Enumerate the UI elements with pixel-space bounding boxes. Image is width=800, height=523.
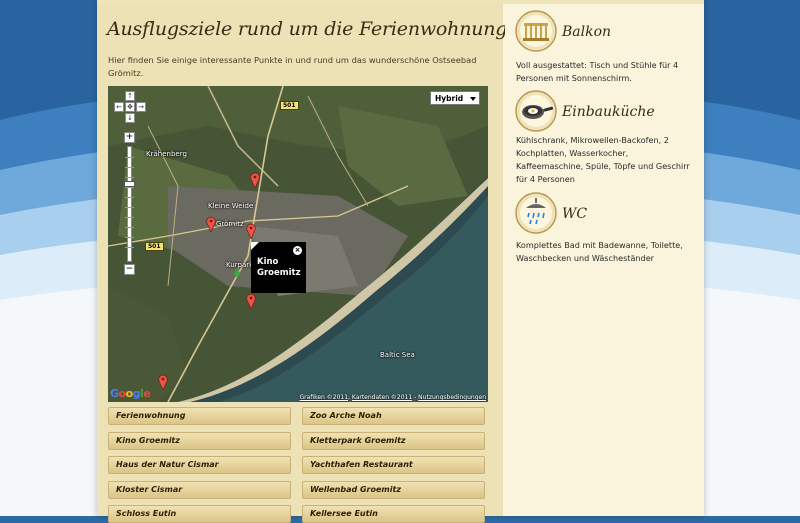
pan-left-icon[interactable]: ← (114, 102, 124, 112)
park-tree-icon (233, 268, 241, 278)
infobox-pointer (251, 242, 259, 250)
page-container: Ausflugsziele rund um die Ferienwohnung … (97, 0, 704, 523)
map-label-kleine-weide: Kleine Weide (208, 202, 254, 210)
feature-title: Balkon (562, 24, 612, 40)
map-infobox: × Kino Groemitz (251, 242, 306, 293)
poi-button[interactable]: Kellersee Eutin (302, 505, 485, 523)
feature-text: Voll ausgestattet: Tisch und Stühle für … (516, 60, 679, 83)
map-type-dropdown[interactable]: Hybrid (430, 91, 480, 105)
pan-center-icon[interactable]: ✥ (125, 102, 135, 112)
poi-button[interactable]: Ferienwohnung (108, 407, 291, 425)
main-content: Ausflugsziele rund um die Ferienwohnung … (97, 4, 613, 523)
feature-title: WC (562, 206, 588, 222)
close-icon[interactable]: × (293, 246, 302, 255)
attribution-terms-link[interactable]: Nutzungsbedingungen (418, 394, 486, 401)
poi-button[interactable]: Schloss Eutin (108, 505, 291, 523)
attribution-grafiken-link[interactable]: Grafiken ©2011 (300, 394, 349, 401)
pan-up-icon[interactable]: ↑ (125, 91, 135, 101)
map-label-baltic-sea: Baltic Sea (380, 351, 415, 359)
map-marker-icon[interactable] (246, 223, 256, 239)
map-marker-icon[interactable] (206, 216, 216, 232)
map-type-label: Hybrid (435, 94, 464, 103)
zoom-slider-handle[interactable] (124, 181, 135, 187)
map-marker-icon[interactable] (158, 374, 168, 390)
pan-down-icon[interactable]: ↓ (125, 113, 135, 123)
attribution-kartendaten-link[interactable]: Kartendaten ©2011 (352, 394, 412, 401)
map-label-krahenberg: Krähenberg (146, 150, 187, 158)
poi-button[interactable]: Zoo Arche Noah (302, 407, 485, 425)
chevron-down-icon (470, 97, 476, 101)
google-logo[interactable]: Google (110, 387, 151, 400)
zoom-out-icon[interactable]: − (124, 264, 135, 275)
feature-title: Einbauküche (562, 104, 655, 120)
balcony-icon (515, 10, 557, 52)
map-marker-icon[interactable] (246, 293, 256, 309)
poi-button[interactable]: Wellenbad Groemitz (302, 480, 485, 499)
shower-icon (515, 192, 557, 234)
zoom-slider[interactable] (125, 146, 134, 262)
poi-button[interactable]: Kloster Cismar (108, 480, 291, 499)
poi-button[interactable]: Kino Groemitz (108, 431, 291, 450)
road-shield: 501 (145, 242, 164, 251)
poi-button[interactable]: Haus der Natur Cismar (108, 456, 291, 474)
poi-button[interactable]: Yachthafen Restaurant (302, 456, 485, 474)
map-label-gromitz: Grömitz (216, 220, 244, 228)
pan-right-icon[interactable]: → (136, 102, 146, 112)
sidebar: Balkon Voll ausgestattet: Tisch und Stüh… (505, 4, 704, 516)
feature-text: Komplettes Bad mit Badewanne, Toilette, … (516, 240, 683, 263)
map-attribution: Grafiken ©2011, Kartendaten ©2011 - Nutz… (299, 394, 486, 401)
feature-text: Kühlschrank, Mikrowellen-Backofen, 2 Koc… (516, 135, 690, 184)
zoom-in-icon[interactable]: + (124, 132, 135, 143)
infobox-title: Kino Groemitz (257, 257, 301, 278)
map-marker-icon[interactable] (250, 172, 260, 188)
poi-button[interactable]: Kletterpark Groemitz (302, 431, 485, 450)
road-shield: 501 (280, 101, 299, 110)
map-view[interactable]: Hybrid ↑ ← ✥ → ↓ + − Krähenberg Kleine W… (108, 86, 488, 402)
page-intro: Hier finden Sie einige interessante Punk… (108, 55, 477, 78)
frying-pan-icon (515, 90, 557, 132)
